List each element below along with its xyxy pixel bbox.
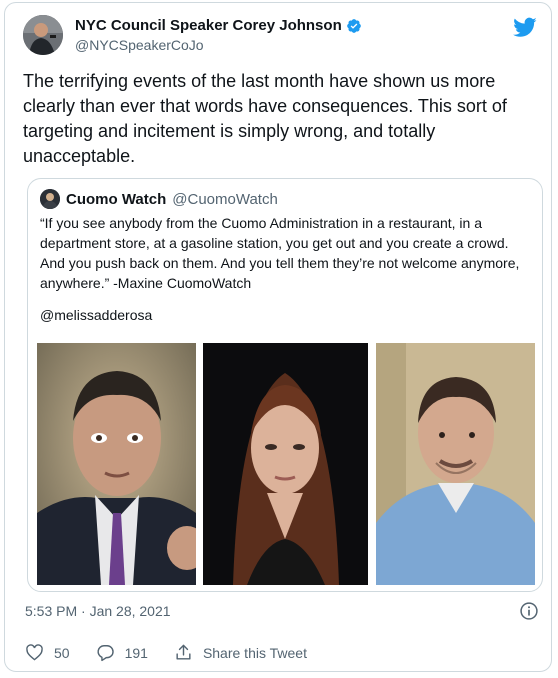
photo-man-purple-tie[interactable]	[37, 343, 196, 585]
photo-woman-dark-background[interactable]	[203, 343, 368, 585]
tweet-card: NYC Council Speaker Corey Johnson @NYCSp…	[4, 2, 552, 672]
quoted-tweet-header: Cuomo Watch @CuomoWatch	[40, 189, 278, 209]
tweet-header: NYC Council Speaker Corey Johnson @NYCSp…	[23, 13, 539, 59]
reply-count: 191	[124, 644, 148, 661]
author-handle[interactable]: @NYCSpeakerCoJo	[75, 37, 362, 53]
tweet-timestamp[interactable]: 5:53 PM · Jan 28, 2021	[25, 603, 171, 619]
quoted-author-avatar	[40, 189, 60, 209]
quoted-mention: @melissadderosa	[40, 307, 153, 323]
author-avatar[interactable]	[23, 15, 63, 55]
tweet-text: The terrifying events of the last month …	[23, 71, 507, 166]
like-action[interactable]: 50	[25, 643, 70, 662]
quoted-tweet[interactable]: Cuomo Watch @CuomoWatch “If you see anyb…	[27, 178, 543, 592]
author-info[interactable]: NYC Council Speaker Corey Johnson @NYCSp…	[75, 17, 362, 53]
quoted-author-handle: @CuomoWatch	[172, 190, 278, 208]
photo-man-blue-shirt[interactable]	[376, 343, 535, 585]
reply-action[interactable]: 191	[96, 643, 148, 662]
heart-icon[interactable]	[25, 643, 44, 662]
share-action[interactable]: Share this Tweet	[174, 643, 307, 662]
like-count: 50	[54, 644, 70, 661]
twitter-logo-icon[interactable]	[513, 15, 537, 39]
quoted-tweet-photos[interactable]	[37, 343, 535, 585]
tweet-actions: 50 191 Share this Tweet	[25, 643, 333, 662]
info-icon[interactable]	[519, 601, 539, 621]
author-name[interactable]: NYC Council Speaker Corey Johnson	[75, 17, 342, 34]
share-icon[interactable]	[174, 643, 193, 662]
share-label: Share this Tweet	[202, 644, 307, 661]
reply-icon[interactable]	[96, 643, 115, 662]
verified-badge-icon	[346, 18, 361, 33]
quoted-author-name: Cuomo Watch	[66, 190, 167, 208]
quoted-tweet-text: “If you see anybody from the Cuomo Admin…	[40, 215, 520, 291]
